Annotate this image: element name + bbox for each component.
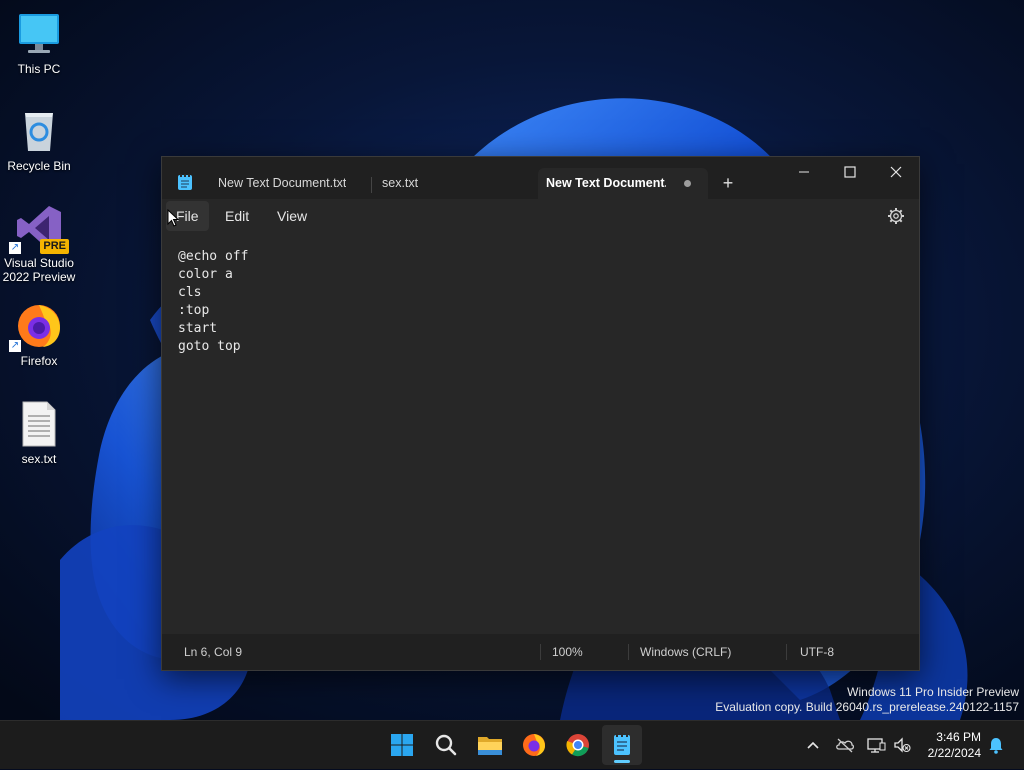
notification-bell-icon[interactable] bbox=[986, 735, 1006, 755]
maximize-button[interactable] bbox=[827, 157, 873, 187]
mouse-cursor-icon bbox=[167, 208, 180, 227]
clock[interactable]: 3:46 PM 2/22/2024 bbox=[928, 729, 981, 761]
search-icon bbox=[435, 734, 457, 756]
volume-muted-icon[interactable] bbox=[892, 735, 912, 755]
chrome-icon bbox=[566, 734, 589, 757]
tab-label: New Text Document.t bbox=[546, 176, 666, 190]
tab-label: sex.txt bbox=[382, 176, 419, 190]
chrome-taskbar-button[interactable] bbox=[558, 725, 598, 765]
new-tab-button[interactable]: + bbox=[718, 173, 738, 193]
recycle-bin-icon bbox=[15, 107, 63, 155]
unsaved-dot-icon[interactable] bbox=[684, 180, 691, 187]
desktop-icon-label-2: 2022 Preview bbox=[2, 270, 76, 284]
monitor-icon bbox=[15, 10, 63, 58]
settings-gear-icon[interactable] bbox=[887, 207, 905, 225]
close-icon bbox=[890, 166, 902, 178]
start-button[interactable] bbox=[382, 725, 422, 765]
desktop-icon-this-pc[interactable]: This PC bbox=[0, 10, 78, 76]
minimize-icon bbox=[799, 171, 809, 173]
pre-badge: PRE bbox=[40, 239, 69, 254]
start-icon bbox=[391, 734, 413, 756]
editor-content[interactable]: @echo off color a cls :top start goto to… bbox=[178, 248, 248, 356]
notepad-window[interactable]: New Text Document.txt sex.txt New Text D… bbox=[161, 156, 920, 671]
firefox-icon: ↗ bbox=[9, 302, 63, 352]
onedrive-offline-icon[interactable] bbox=[835, 735, 855, 755]
shortcut-arrow-icon: ↗ bbox=[9, 242, 21, 254]
text-file-icon bbox=[15, 400, 63, 448]
active-app-indicator bbox=[614, 760, 630, 763]
notepad-taskbar-button[interactable] bbox=[602, 725, 642, 765]
tab-label: New Text Document.txt bbox=[218, 176, 347, 190]
close-button[interactable] bbox=[873, 157, 919, 187]
menu-bar: File Edit View bbox=[162, 199, 919, 233]
desktop-icon-label: sex.txt bbox=[21, 452, 57, 466]
encoding[interactable]: UTF-8 bbox=[800, 634, 834, 670]
visual-studio-icon: PRE ↗ bbox=[9, 204, 69, 254]
desktop-icon-label: This PC bbox=[17, 62, 61, 76]
notepad-icon bbox=[614, 733, 630, 755]
status-separator bbox=[540, 644, 541, 660]
status-separator bbox=[786, 644, 787, 660]
taskbar: 3:46 PM 2/22/2024 bbox=[0, 720, 1024, 769]
status-separator bbox=[628, 644, 629, 660]
menu-view[interactable]: View bbox=[267, 201, 317, 231]
tab-new-text-document-1[interactable]: New Text Document.txt bbox=[207, 168, 378, 199]
desktop-icon-label: Recycle Bin bbox=[7, 159, 71, 173]
notepad-app-icon bbox=[178, 174, 192, 190]
desktop-icon-sex-txt[interactable]: sex.txt bbox=[0, 400, 78, 466]
status-bar: Ln 6, Col 9 100% Windows (CRLF) UTF-8 bbox=[162, 634, 919, 670]
desktop-icon-label: Visual Studio bbox=[4, 256, 74, 270]
desktop-icon-visual-studio[interactable]: PRE ↗ Visual Studio 2022 Preview bbox=[0, 204, 78, 284]
file-explorer-button[interactable] bbox=[470, 725, 510, 765]
file-explorer-icon bbox=[478, 737, 502, 755]
firefox-icon bbox=[523, 734, 545, 756]
firefox-taskbar-button[interactable] bbox=[514, 725, 554, 765]
watermark-line-2: Evaluation copy. Build 26040.rs_prerelea… bbox=[715, 700, 1019, 714]
title-bar[interactable]: New Text Document.txt sex.txt New Text D… bbox=[162, 157, 919, 199]
search-button[interactable] bbox=[426, 725, 466, 765]
zoom-level[interactable]: 100% bbox=[552, 634, 583, 670]
tab-new-text-document-active[interactable]: New Text Document.t bbox=[538, 168, 708, 199]
desktop-icon-label: Firefox bbox=[20, 354, 58, 368]
clock-date: 2/22/2024 bbox=[927, 746, 981, 760]
menu-edit[interactable]: Edit bbox=[215, 201, 259, 231]
cursor-position: Ln 6, Col 9 bbox=[184, 645, 243, 659]
show-hidden-icons-chevron-up-icon[interactable] bbox=[803, 735, 823, 755]
maximize-icon bbox=[844, 166, 856, 178]
text-editor-area[interactable]: @echo off color a cls :top start goto to… bbox=[162, 233, 919, 634]
clock-time: 3:46 PM bbox=[936, 730, 981, 744]
minimize-button[interactable] bbox=[781, 157, 827, 187]
shortcut-arrow-icon: ↗ bbox=[9, 340, 21, 352]
windows-watermark: Windows 11 Pro Insider Preview Evaluatio… bbox=[715, 685, 1019, 715]
desktop-icon-recycle-bin[interactable]: Recycle Bin bbox=[0, 107, 78, 173]
line-ending[interactable]: Windows (CRLF) bbox=[640, 634, 731, 670]
tab-sex-txt[interactable]: sex.txt bbox=[372, 168, 542, 199]
watermark-line-1: Windows 11 Pro Insider Preview bbox=[847, 685, 1019, 699]
desktop-icon-firefox[interactable]: ↗ Firefox bbox=[0, 302, 78, 368]
network-icon[interactable] bbox=[866, 735, 886, 755]
